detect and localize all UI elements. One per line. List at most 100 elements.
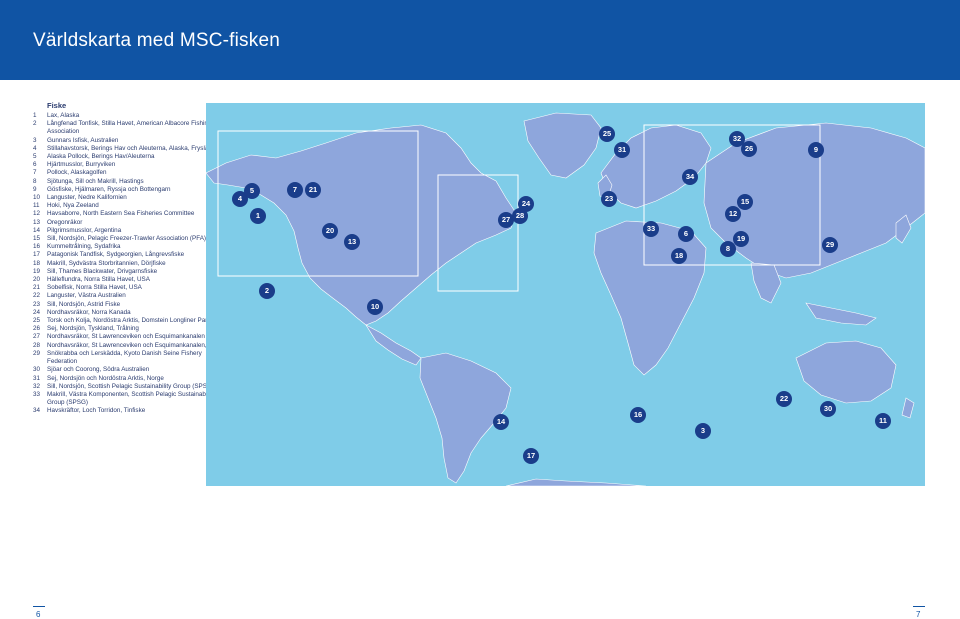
map-marker-19: 19 xyxy=(733,231,749,247)
legend-item-number: 16 xyxy=(33,243,41,251)
legend-item: 26 Sej, Nordsjön, Tyskland, Trålning xyxy=(33,325,233,333)
africa-landmass xyxy=(593,220,707,376)
central-america-landmass xyxy=(365,324,422,366)
legend-item: 28 Nordhavsräkor, St Lawrenceviken och Es… xyxy=(33,342,233,350)
map-marker-6: 6 xyxy=(678,226,694,242)
map-marker-10: 10 xyxy=(367,299,383,315)
legend-item-number: 20 xyxy=(33,276,41,284)
legend-item-number: 3 xyxy=(33,136,37,144)
australia-landmass xyxy=(795,340,897,404)
legend-item: 2 Långfenad Tonfisk, Stilla Havet, Americ… xyxy=(33,120,233,136)
legend-item: 5 Alaska Pollock, Berings Hav/Aleuterna xyxy=(33,153,233,161)
map-marker-18: 18 xyxy=(671,248,687,264)
legend-item: 10 Languster, Nedre Kalifornien xyxy=(33,194,233,202)
legend-item-number: 28 xyxy=(33,341,41,349)
legend-item-number: 29 xyxy=(33,349,41,357)
legend-item: 22 Languster, Västra Australien xyxy=(33,292,233,300)
legend-item: 6 Hjärtmusslor, Burryviken xyxy=(33,161,233,169)
map-marker-12: 12 xyxy=(725,206,741,222)
north-america-landmass xyxy=(206,124,517,326)
map-marker-11: 11 xyxy=(875,413,891,429)
legend-item-number: 26 xyxy=(33,325,41,333)
legend-item: 3 Gunnars Isfisk, Australien xyxy=(33,137,233,145)
legend-item-number: 11 xyxy=(33,202,40,210)
legend-item-number: 31 xyxy=(33,374,41,382)
footer-rule-right xyxy=(913,606,925,607)
legend-item: 14 Pilgrimsmusslor, Argentina xyxy=(33,227,233,235)
map-marker-31: 31 xyxy=(614,142,630,158)
map-marker-3: 3 xyxy=(695,423,711,439)
legend-item-number: 25 xyxy=(33,317,41,325)
legend-item: 13 Oregonräkor xyxy=(33,219,233,227)
map-marker-13: 13 xyxy=(344,234,360,250)
legend-item-number: 19 xyxy=(33,267,41,275)
antarctica-landmass xyxy=(505,478,647,486)
legend-item-number: 18 xyxy=(33,259,41,267)
legend-item-number: 23 xyxy=(33,300,41,308)
legend-item: 34 Havskräftor, Loch Torridon, Tinfiske xyxy=(33,407,233,415)
map-marker-25: 25 xyxy=(599,126,615,142)
legend-item-number: 2 xyxy=(33,120,37,128)
map-marker-33: 33 xyxy=(643,221,659,237)
legend-item-number: 27 xyxy=(33,333,41,341)
legend-item: 9 Gösfiske, Hjälmaren, Ryssja och Botteng… xyxy=(33,186,233,194)
legend-item-number: 13 xyxy=(33,218,41,226)
legend-item: 18 Makrill, Sydvästra Storbritannien, Dör… xyxy=(33,260,233,268)
greenland-landmass xyxy=(523,112,602,179)
legend-item-number: 21 xyxy=(33,284,41,292)
legend-item: 33 Makrill, Västra Komponenten, Scottish … xyxy=(33,391,233,407)
legend-item-number: 14 xyxy=(33,226,41,234)
legend-item-number: 10 xyxy=(33,194,41,202)
map-marker-1: 1 xyxy=(250,208,266,224)
map-marker-21: 21 xyxy=(305,182,321,198)
page-number-right: 7 xyxy=(916,610,921,619)
legend-item-number: 5 xyxy=(33,153,37,161)
legend-item-number: 7 xyxy=(33,169,37,177)
map-marker-30: 30 xyxy=(820,401,836,417)
map-marker-23: 23 xyxy=(601,191,617,207)
legend-item: 11 Hoki, Nya Zeeland xyxy=(33,202,233,210)
legend-item: 32 Sill, Nordsjön, Scottish Pelagic Susta… xyxy=(33,383,233,391)
legend-item: 24 Nordhavsräkor, Norra Kanada xyxy=(33,309,233,317)
map-marker-29: 29 xyxy=(822,237,838,253)
indonesia-landmass xyxy=(805,302,877,326)
legend-item-number: 24 xyxy=(33,308,41,316)
legend-item: 23 Sill, Nordsjön, Astrid Fiske xyxy=(33,301,233,309)
map-marker-32: 32 xyxy=(729,131,745,147)
map-marker-7: 7 xyxy=(287,182,303,198)
map-marker-34: 34 xyxy=(682,169,698,185)
page-header: Världskarta med MSC-fisken xyxy=(0,0,960,80)
legend-item: 4 Stillahavstorsk, Berings Hav och Aleute… xyxy=(33,145,233,153)
legend-item: 20 Hälleflundra, Norra Stilla Havet, USA xyxy=(33,276,233,284)
legend-item-number: 32 xyxy=(33,382,41,390)
map-marker-9: 9 xyxy=(808,142,824,158)
map-marker-17: 17 xyxy=(523,448,539,464)
map-marker-22: 22 xyxy=(776,391,792,407)
legend-item-number: 4 xyxy=(33,144,37,152)
new-zealand-landmass xyxy=(901,397,915,419)
legend-item-number: 6 xyxy=(33,161,37,169)
legend-item-number: 9 xyxy=(33,185,37,193)
europe-landmass xyxy=(600,124,712,209)
map-marker-20: 20 xyxy=(322,223,338,239)
legend-item: 31 Sej, Nordsjön och Nordöstra Arktis, No… xyxy=(33,375,233,383)
legend-item-number: 15 xyxy=(33,235,41,243)
legend-item: 8 Sjötunga, Sill och Makrill, Hastings xyxy=(33,178,233,186)
map-marker-15: 15 xyxy=(737,194,753,210)
legend-item-number: 30 xyxy=(33,366,41,374)
legend-item-number: 22 xyxy=(33,292,41,300)
page-title: Världskarta med MSC-fisken xyxy=(33,30,280,51)
map-marker-5: 5 xyxy=(244,183,260,199)
legend-item: 27 Nordhavsräkor, St Lawrenceviken och Es… xyxy=(33,333,233,341)
map-marker-16: 16 xyxy=(630,407,646,423)
legend-item-number: 12 xyxy=(33,210,41,218)
legend-item-number: 1 xyxy=(33,112,37,119)
fishery-legend: Fiske 1 Lax, Alaska 2 Långfenad Tonfisk, St… xyxy=(33,101,233,416)
legend-item: 12 Havsaborre, North Eastern Sea Fisherie… xyxy=(33,210,233,218)
page-number-left: 6 xyxy=(36,610,41,619)
legend-item: 17 Patagonisk Tandfisk, Sydgeorgien, Lång… xyxy=(33,251,233,259)
footer-rule-left xyxy=(33,606,45,607)
legend-item-number: 33 xyxy=(33,390,41,398)
legend-item: 30 Sjöar och Coorong, Södra Australien xyxy=(33,366,233,374)
world-map: 1 2 3 4 5 6 7 8 9 10 11 12 13 14 15 16 17 18 19 20 21 22 23 24 2… xyxy=(206,103,925,486)
